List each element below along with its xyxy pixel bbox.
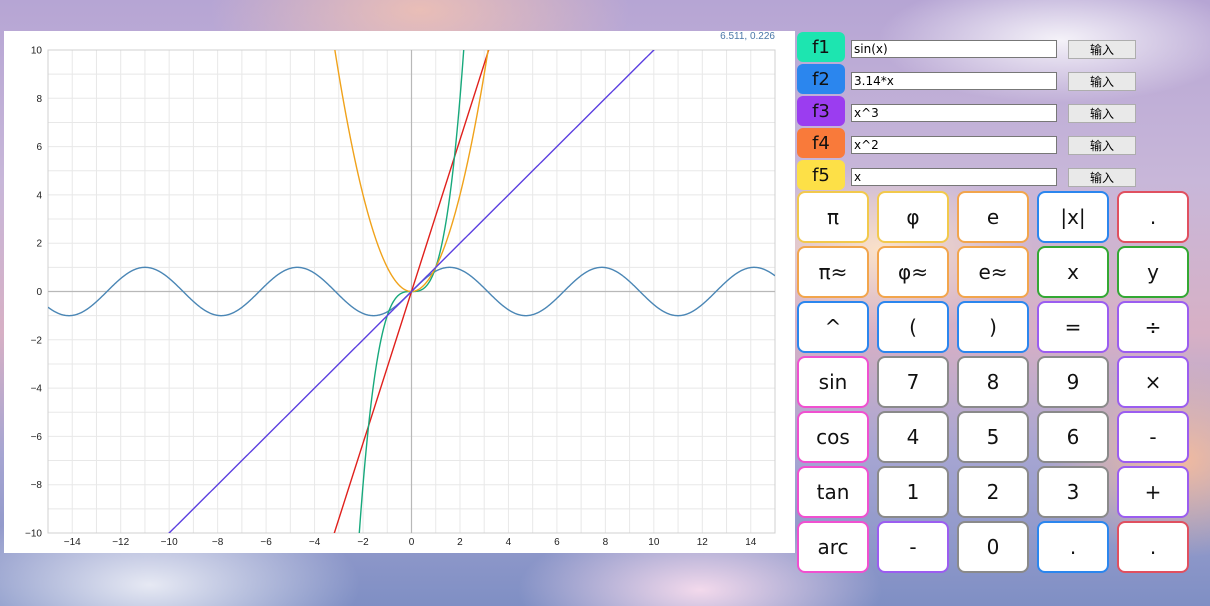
y-tick-label: 8 [36,94,42,105]
function-submit-button-f4[interactable]: 输入 [1068,136,1136,155]
key-r1-c4[interactable]: |x| [1037,191,1109,243]
x-tick-label: −2 [357,537,369,548]
keypad: π φ e |x|. π≈ φ≈ e≈ x y ^() = ÷ sin 7 8 9 × cos 4 5 6- tan 1 2 3… [797,191,1192,577]
function-submit-button-f1[interactable]: 输入 [1068,40,1136,59]
function-graph[interactable]: −14 −12 −10 −8 −6 −4 −2 0 2 4 6 8 10 12 14 10 8 6 4 2 0 −2 −4 −… [4,31,795,553]
function-color-badge-f5[interactable]: f5 [797,160,845,190]
x-tick-label: 2 [457,537,463,548]
key-r6-c3[interactable]: 2 [957,466,1029,518]
function-color-badge-f2[interactable]: f2 [797,64,845,94]
function-input-f2[interactable] [851,72,1057,90]
key-r5-c4[interactable]: 6 [1037,411,1109,463]
key-r3-c4[interactable]: = [1037,301,1109,353]
key-r2-c3[interactable]: e≈ [957,246,1029,298]
key-r1-c3[interactable]: e [957,191,1029,243]
key-r5-c5[interactable]: - [1117,411,1189,463]
key-r1-c2[interactable]: φ [877,191,949,243]
function-input-f4[interactable] [851,136,1057,154]
y-tick-label: 0 [36,287,42,298]
function-input-f5[interactable] [851,168,1057,186]
key-r4-c5[interactable]: × [1117,356,1189,408]
key-r3-c1[interactable]: ^ [797,301,869,353]
key-r2-c2[interactable]: φ≈ [877,246,949,298]
key-r2-c5[interactable]: y [1117,246,1189,298]
x-tick-label: −4 [309,537,321,548]
key-r6-c1[interactable]: tan [797,466,869,518]
key-r4-c4[interactable]: 9 [1037,356,1109,408]
x-tick-label: −6 [260,537,272,548]
function-input-f1[interactable] [851,40,1057,58]
x-tick-label: 0 [409,537,415,548]
key-r6-c5[interactable]: + [1117,466,1189,518]
key-r6-c2[interactable]: 1 [877,466,949,518]
function-submit-button-f2[interactable]: 输入 [1068,72,1136,91]
x-tick-label: −8 [212,537,224,548]
key-r6-c4[interactable]: 3 [1037,466,1109,518]
key-r7-c2[interactable]: - [877,521,949,573]
x-tick-label: 12 [697,537,709,548]
key-r2-c1[interactable]: π≈ [797,246,869,298]
y-tick-label: −4 [31,384,43,395]
function-submit-button-f3[interactable]: 输入 [1068,104,1136,123]
x-tick-label: −14 [64,537,81,548]
key-r3-c2[interactable]: ( [877,301,949,353]
y-tick-label: −6 [31,432,43,443]
key-r7-c5[interactable]: . [1117,521,1189,573]
key-r1-c5[interactable]: . [1117,191,1189,243]
function-submit-button-f5[interactable]: 输入 [1068,168,1136,187]
y-tick-label: −8 [31,480,43,491]
y-tick-label: −2 [31,335,43,346]
x-tick-label: 8 [603,537,609,548]
key-r3-c5[interactable]: ÷ [1117,301,1189,353]
key-r1-c1[interactable]: π [797,191,869,243]
function-color-badge-f1[interactable]: f1 [797,32,845,62]
x-tick-label: 4 [506,537,512,548]
function-color-badge-f4[interactable]: f4 [797,128,845,158]
y-tick-label: 10 [31,46,43,57]
graph-plot-area[interactable]: 6.511, 0.226 −14 −12 −10 −8 −6 −4 −2 0 2 4 6 8 10 12 1… [4,31,795,553]
y-tick-label: 6 [36,142,42,153]
y-tick-label: 2 [36,239,42,250]
y-tick-label: −10 [25,529,42,540]
x-tick-label: 6 [554,537,560,548]
x-tick-label: 10 [648,537,660,548]
key-r4-c1[interactable]: sin [797,356,869,408]
key-r3-c3[interactable]: ) [957,301,1029,353]
x-tick-label: −10 [161,537,178,548]
key-r7-c4[interactable]: . [1037,521,1109,573]
key-r5-c2[interactable]: 4 [877,411,949,463]
function-color-badge-f3[interactable]: f3 [797,96,845,126]
x-tick-label: −12 [112,537,129,548]
key-r5-c3[interactable]: 5 [957,411,1029,463]
key-r4-c2[interactable]: 7 [877,356,949,408]
key-r7-c1[interactable]: arc [797,521,869,573]
function-input-f3[interactable] [851,104,1057,122]
x-tick-label: 14 [745,537,757,548]
y-tick-label: 4 [36,190,42,201]
key-r7-c3[interactable]: 0 [957,521,1029,573]
key-r2-c4[interactable]: x [1037,246,1109,298]
key-r4-c3[interactable]: 8 [957,356,1029,408]
key-r5-c1[interactable]: cos [797,411,869,463]
